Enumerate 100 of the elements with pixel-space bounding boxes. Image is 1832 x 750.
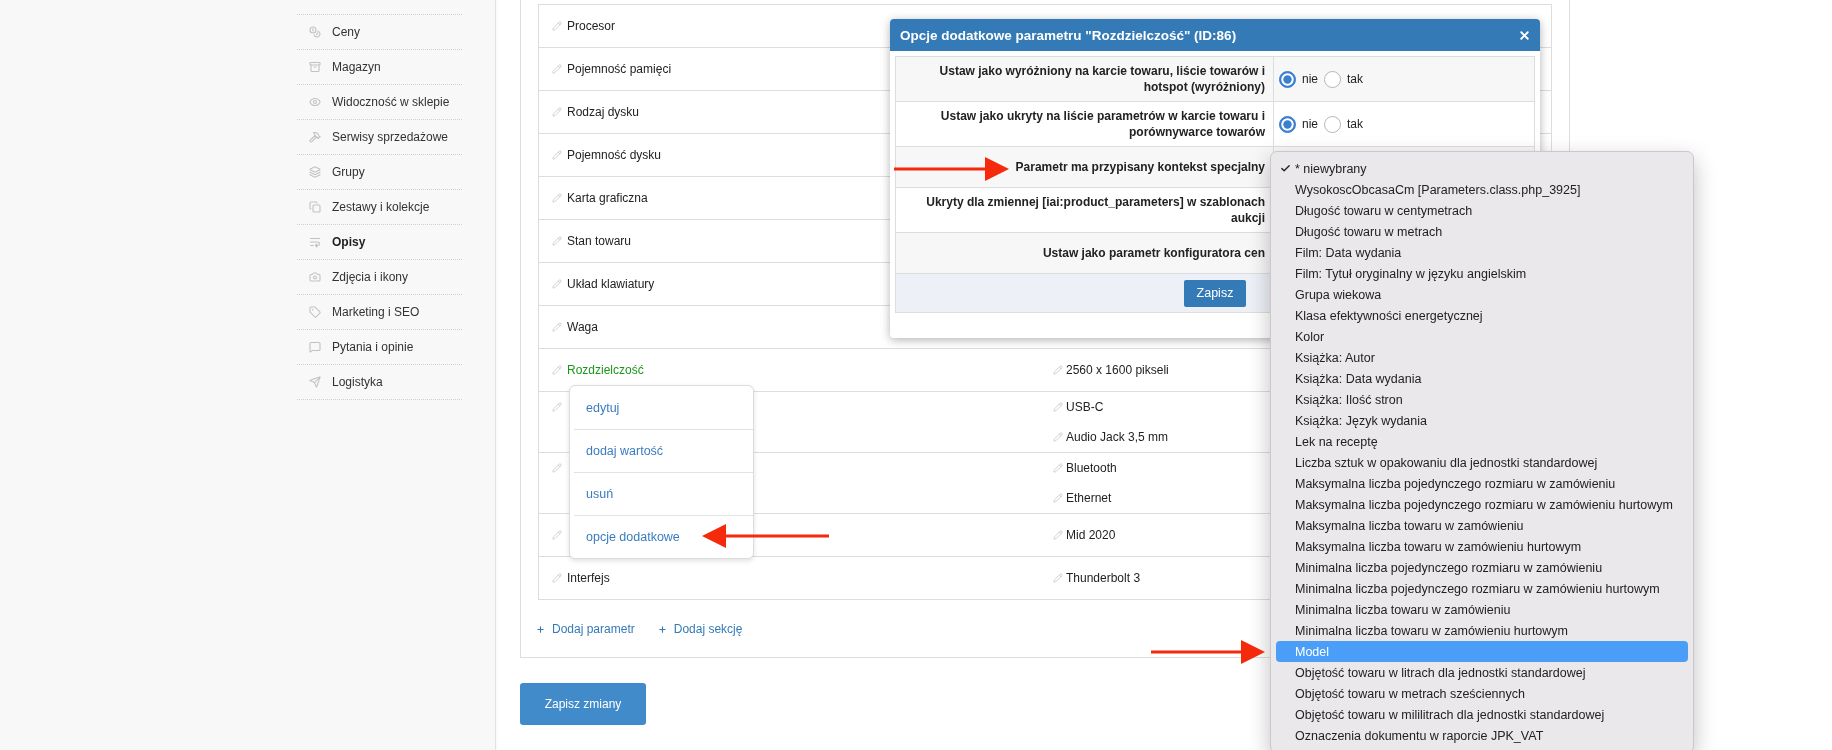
sidebar-item[interactable]: Zestawy i kolekcje <box>297 190 462 225</box>
pencil-icon[interactable] <box>552 21 562 31</box>
sidebar-item[interactable]: Magazyn <box>297 50 462 85</box>
sidebar-item[interactable]: Zdjęcia i ikony <box>297 260 462 295</box>
camera-icon <box>309 271 321 283</box>
add-link[interactable]: Dodaj parametr <box>536 617 635 641</box>
radio-option[interactable]: nie <box>1279 115 1318 133</box>
pencil-icon[interactable] <box>552 402 562 412</box>
paper-plane-icon <box>309 376 321 388</box>
option-label: Ustaw jako wyróżniony na karcie towaru, liście towarów i hotspot (wyróżniony) <box>938 63 1265 95</box>
sidebar-item[interactable]: Logistyka <box>297 365 462 400</box>
radio-option[interactable]: nie <box>1279 70 1318 88</box>
sidebar-item[interactable]: Ceny <box>297 15 462 50</box>
param-value: Audio Jack 3,5 mm <box>1066 430 1169 444</box>
pencil-icon[interactable] <box>552 236 562 246</box>
sidebar-item[interactable]: Serwisy sprzedażowe <box>297 120 462 155</box>
pencil-icon[interactable] <box>1053 573 1063 583</box>
hammer-icon <box>309 131 321 143</box>
dropdown-option[interactable]: Objętość towaru w metrach sześciennych <box>1276 683 1688 704</box>
pencil-icon[interactable] <box>1053 365 1063 375</box>
dropdown-option[interactable]: Objętość towaru w litrach dla jednostki standardowej <box>1276 662 1688 683</box>
chat-icon <box>309 341 321 353</box>
pencil-icon[interactable] <box>1053 493 1063 503</box>
dropdown-option[interactable]: Kolor <box>1276 326 1688 347</box>
pencil-icon[interactable] <box>552 322 562 332</box>
sidebar-item[interactable]: Opisy <box>297 225 462 260</box>
menu-item[interactable]: usuń <box>574 472 753 515</box>
sidebar-item[interactable]: Pytania i opinie <box>297 330 462 365</box>
pencil-icon[interactable] <box>1053 402 1063 412</box>
param-value: Thunderbolt 3 <box>1066 571 1141 585</box>
close-button[interactable] <box>1517 28 1531 42</box>
dropdown-option[interactable]: Książka: Język wydania <box>1276 410 1688 431</box>
pencil-icon[interactable] <box>552 150 562 160</box>
pencil-icon[interactable] <box>552 463 562 473</box>
param-value: 2560 x 1600 pikseli <box>1066 363 1169 377</box>
dropdown-option[interactable]: Minimalna liczba towaru w zamówieniu <box>1276 599 1688 620</box>
dropdown-option[interactable]: * niewybrany <box>1276 158 1688 179</box>
wrap-text-icon <box>309 236 321 248</box>
param-value: Bluetooth <box>1066 461 1117 475</box>
dropdown-option[interactable]: Objętość towaru w mililitrach dla jednostki standardowej <box>1276 704 1688 725</box>
param-name: Pojemność pamięci <box>567 62 672 76</box>
pencil-icon[interactable] <box>552 107 562 117</box>
sidebar-item[interactable]: Marketing i SEO <box>297 295 462 330</box>
dropdown-option[interactable]: Film: Data wydania <box>1276 242 1688 263</box>
dropdown-option[interactable]: Film: Tytuł oryginalny w języku angielskim <box>1276 263 1688 284</box>
radio-option[interactable]: tak <box>1324 70 1364 88</box>
dropdown-option[interactable]: Grupa wiekowa <box>1276 284 1688 305</box>
dropdown-option[interactable]: Minimalna liczba pojedynczego rozmiaru w zamówieniu hurtowym <box>1276 578 1688 599</box>
option-label: Ustaw jako ukryty na liście parametrów w karcie towaru i porównywarce towarów <box>939 108 1265 140</box>
pencil-icon[interactable] <box>552 573 562 583</box>
dropdown-option[interactable]: Liczba sztuk w opakowaniu dla jednostki standardowej <box>1276 452 1688 473</box>
sidebar-item[interactable]: Grupy <box>297 155 462 190</box>
pencil-icon[interactable] <box>552 279 562 289</box>
dropdown-option[interactable]: Książka: Ilość stron <box>1276 389 1688 410</box>
dropdown-option[interactable]: Długość towaru w metrach <box>1276 221 1688 242</box>
pencil-icon[interactable] <box>552 64 562 74</box>
dropdown-option[interactable]: Książka: Autor <box>1276 347 1688 368</box>
dropdown-option[interactable]: Minimalna liczba pojedynczego rozmiaru w zamówieniu <box>1276 557 1688 578</box>
param-value: Mid 2020 <box>1066 528 1116 542</box>
param-name: Układ klawiatury <box>567 277 655 291</box>
close-icon <box>1517 28 1531 42</box>
dropdown-option[interactable]: Klasa efektywności energetycznej <box>1276 305 1688 326</box>
option-label: Ustaw jako parametr konfiguratora cen <box>1042 245 1265 261</box>
pencil-icon[interactable] <box>552 530 562 540</box>
pencil-icon[interactable] <box>1053 530 1063 540</box>
dropdown-option[interactable]: Minimalna liczba towaru w zamówieniu hurtowym <box>1276 620 1688 641</box>
param-name: Stan towaru <box>567 234 632 248</box>
param-name: Pojemność dysku <box>567 148 662 162</box>
save-button[interactable]: Zapisz zmiany <box>520 683 646 725</box>
radio-option[interactable]: tak <box>1324 115 1364 133</box>
dropdown-option[interactable]: Maksymalna liczba towaru w zamówieniu <box>1276 515 1688 536</box>
dialog-title: Opcje dodatkowe parametru "Rozdzielczość" (ID:86) <box>900 27 1237 43</box>
dropdown-option[interactable]: WysokoscObcasaCm [Parameters.class.php_3925] <box>1276 179 1688 200</box>
coins-icon <box>309 26 321 38</box>
layers-icon <box>309 166 321 178</box>
option-label: Parametr ma przypisany kontekst specjalny <box>1015 159 1265 175</box>
tag-icon <box>309 306 321 318</box>
dropdown-option[interactable]: Książka: Data wydania <box>1276 368 1688 389</box>
dropdown-option[interactable]: Długość towaru w centymetrach <box>1276 200 1688 221</box>
param-name: Rozdzielczość <box>567 363 644 377</box>
param-name: Karta graficzna <box>567 191 648 205</box>
add-link[interactable]: Dodaj sekcję <box>657 617 743 641</box>
menu-item[interactable]: edytuj <box>574 386 753 429</box>
dropdown-option[interactable]: Maksymalna liczba pojedynczego rozmiaru w zamówieniu hurtowym <box>1276 494 1688 515</box>
param-name: Waga <box>567 320 598 334</box>
sidebar-item[interactable]: Widoczność w sklepie <box>297 85 462 120</box>
dropdown-option[interactable]: Lek na receptę <box>1276 431 1688 452</box>
option-label: Ukryty dla zmiennej [iai:product_parameters] w szablonach aukcji <box>925 194 1265 226</box>
dropdown-option[interactable]: Oznaczenia dokumentu w raporcie JPK_VAT <box>1276 725 1688 746</box>
pencil-icon[interactable] <box>1053 463 1063 473</box>
dropdown-option[interactable]: Maksymalna liczba pojedynczego rozmiaru w zamówieniu <box>1276 473 1688 494</box>
pencil-icon[interactable] <box>552 193 562 203</box>
pencil-icon[interactable] <box>1053 432 1063 442</box>
eye-icon <box>309 96 321 108</box>
save-button[interactable]: Zapisz <box>1183 279 1247 307</box>
pencil-icon[interactable] <box>552 365 562 375</box>
copy-icon <box>309 201 321 213</box>
menu-item[interactable]: dodaj wartość <box>574 429 753 472</box>
dropdown-option[interactable]: Maksymalna liczba towaru w zamówieniu hurtowym <box>1276 536 1688 557</box>
param-value: USB-C <box>1066 400 1104 414</box>
